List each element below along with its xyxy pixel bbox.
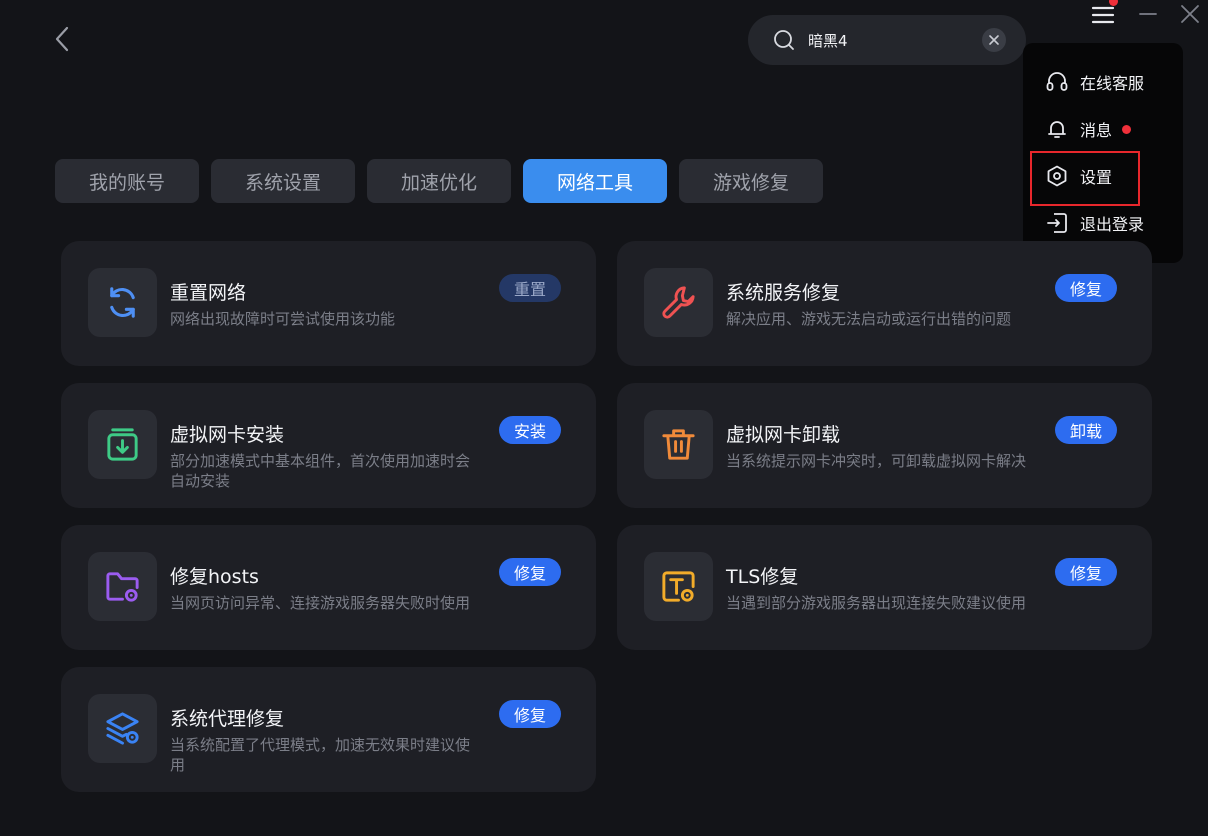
tool-title: 修复hosts <box>170 566 259 588</box>
menu-item-label: 消息 <box>1080 121 1113 140</box>
tool-card-system-service-repair: 系统服务修复 解决应用、游戏无法启动或运行出错的问题 修复 <box>617 241 1152 366</box>
close-icon <box>1181 5 1199 23</box>
tool-description: 解决应用、游戏无法启动或运行出错的问题 <box>726 310 1012 328</box>
tool-icon-box <box>88 694 157 763</box>
tool-title: 系统服务修复 <box>726 282 841 304</box>
tool-title: 虚拟网卡安装 <box>170 424 285 446</box>
tool-card-install-virtual-nic: 虚拟网卡安装 部分加速模式中基本组件，首次使用加速时会自动安装 安装 <box>61 383 596 508</box>
uninstall-button[interactable]: 卸载 <box>1055 416 1117 444</box>
close-window-button[interactable] <box>1178 2 1202 26</box>
minimize-button[interactable] <box>1136 2 1160 26</box>
tool-description: 当系统提示网卡冲突时，可卸载虚拟网卡解决 <box>726 452 1027 470</box>
unread-dot <box>1122 124 1131 134</box>
tab-label: 游戏修复 <box>712 171 789 194</box>
tool-description: 当系统配置了代理模式，加速无效果时建议使用 <box>170 736 471 774</box>
tool-icon-box <box>88 268 157 337</box>
tool-card-repair-hosts: 修复hosts 当网页访问异常、连接游戏服务器失败时使用 修复 <box>61 525 596 650</box>
search-box[interactable] <box>748 15 1026 65</box>
menu-item-logout[interactable]: 退出登录 <box>1023 200 1183 246</box>
tool-icon-box <box>644 552 713 621</box>
folder-gear-icon <box>106 572 139 602</box>
tool-description: 当网页访问异常、连接游戏服务器失败时使用 <box>170 594 471 612</box>
download-box-icon <box>107 428 138 461</box>
tab-label: 加速优化 <box>400 171 477 194</box>
tool-card-reset-network: 重置网络 网络出现故障时可尝试使用该功能 重置 <box>61 241 596 366</box>
tab-my-account[interactable]: 我的账号 <box>55 159 199 203</box>
wrench-icon <box>662 286 695 319</box>
tool-title: 虚拟网卡卸载 <box>726 424 841 446</box>
tab-label: 我的账号 <box>88 171 165 194</box>
search-input[interactable] <box>808 25 968 55</box>
tab-system-settings[interactable]: 系统设置 <box>211 159 355 203</box>
tool-icon-box <box>88 552 157 621</box>
trash-icon <box>662 429 695 460</box>
tls-gear-icon <box>662 571 695 602</box>
menu-item-customer-service[interactable]: 在线客服 <box>1023 59 1183 105</box>
back-button[interactable] <box>50 24 76 54</box>
tool-description: 网络出现故障时可尝试使用该功能 <box>170 310 396 328</box>
tool-description: 部分加速模式中基本组件，首次使用加速时会自动安装 <box>170 452 471 490</box>
layers-gear-icon <box>106 712 139 745</box>
tool-title: 重置网络 <box>170 282 247 304</box>
repair-button[interactable]: 修复 <box>1055 274 1117 302</box>
tool-title: TLS修复 <box>726 566 799 588</box>
headset-icon <box>1046 72 1068 91</box>
search-icon <box>774 30 794 50</box>
tool-icon-box <box>644 268 713 337</box>
chevron-left-icon <box>55 26 69 52</box>
repair-button[interactable]: 修复 <box>499 700 561 728</box>
close-icon <box>989 35 999 45</box>
menu-item-label: 在线客服 <box>1080 74 1145 93</box>
repair-button[interactable]: 修复 <box>499 558 561 586</box>
clear-search-button[interactable] <box>982 28 1006 52</box>
tool-card-tls-repair: TLS修复 当遇到部分游戏服务器出现连接失败建议使用 修复 <box>617 525 1152 650</box>
tab-game-repair[interactable]: 游戏修复 <box>679 159 823 203</box>
tool-icon-box <box>88 410 157 479</box>
tool-icon-box <box>644 410 713 479</box>
logout-icon <box>1047 213 1067 233</box>
tool-description: 当遇到部分游戏服务器出现连接失败建议使用 <box>726 594 1027 612</box>
minimize-icon <box>1139 13 1157 15</box>
settings-highlight-box <box>1030 151 1140 206</box>
install-button[interactable]: 安装 <box>499 416 561 444</box>
notification-dot <box>1109 0 1118 6</box>
reset-button[interactable]: 重置 <box>499 274 561 302</box>
menu-item-label: 退出登录 <box>1080 215 1145 234</box>
tab-network-tools[interactable]: 网络工具 <box>523 159 667 203</box>
tool-title: 系统代理修复 <box>170 708 285 730</box>
tool-card-uninstall-virtual-nic: 虚拟网卡卸载 当系统提示网卡冲突时，可卸载虚拟网卡解决 卸载 <box>617 383 1152 508</box>
refresh-icon <box>110 287 135 318</box>
tab-label: 网络工具 <box>556 171 633 194</box>
menu-item-messages[interactable]: 消息 <box>1023 106 1183 152</box>
tab-label: 系统设置 <box>244 171 321 194</box>
repair-button[interactable]: 修复 <box>1055 558 1117 586</box>
tab-acceleration[interactable]: 加速优化 <box>367 159 511 203</box>
tool-card-system-proxy-repair: 系统代理修复 当系统配置了代理模式，加速无效果时建议使用 修复 <box>61 667 596 792</box>
bell-icon <box>1048 121 1066 138</box>
